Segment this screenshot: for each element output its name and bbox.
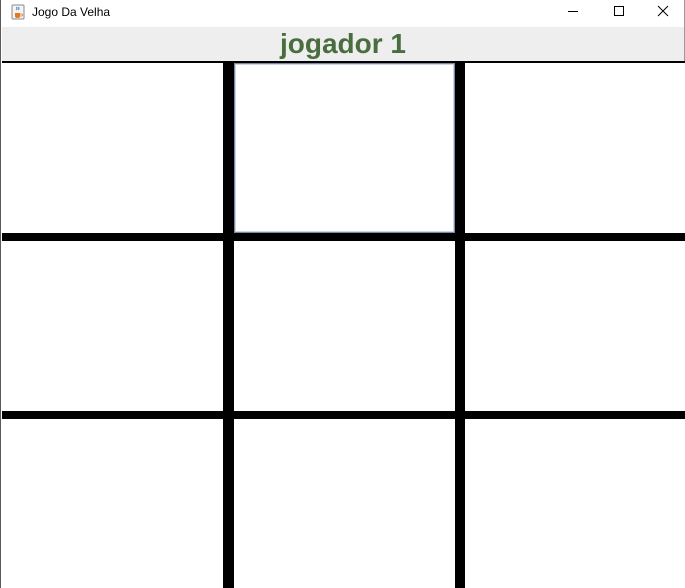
turn-label: jogador 1	[279, 28, 406, 59]
java-coffee-icon	[10, 4, 26, 20]
window-title: Jogo Da Velha	[32, 5, 111, 19]
maximize-icon	[613, 4, 625, 22]
minimize-button[interactable]	[550, 0, 596, 26]
turn-panel: jogador 1	[2, 27, 684, 61]
close-icon	[657, 4, 669, 22]
close-button[interactable]	[640, 0, 685, 26]
board-cell-middle-right[interactable]	[465, 241, 685, 411]
board-cell-top-center[interactable]	[234, 63, 455, 233]
title-bar[interactable]: Jogo Da Velha	[1, 0, 684, 26]
board-cell-middle-left[interactable]	[2, 241, 223, 411]
board-cell-bottom-center[interactable]	[234, 419, 455, 588]
board-cell-top-left[interactable]	[2, 63, 223, 233]
minimize-icon	[567, 4, 579, 22]
board-cell-bottom-left[interactable]	[2, 419, 223, 588]
game-board	[2, 61, 685, 588]
board-cell-bottom-right[interactable]	[465, 419, 685, 588]
maximize-button[interactable]	[596, 0, 642, 26]
app-window: Jogo Da Velha jogador 1	[0, 0, 685, 588]
board-cell-top-right[interactable]	[465, 63, 685, 233]
board-cell-center[interactable]	[234, 241, 455, 411]
